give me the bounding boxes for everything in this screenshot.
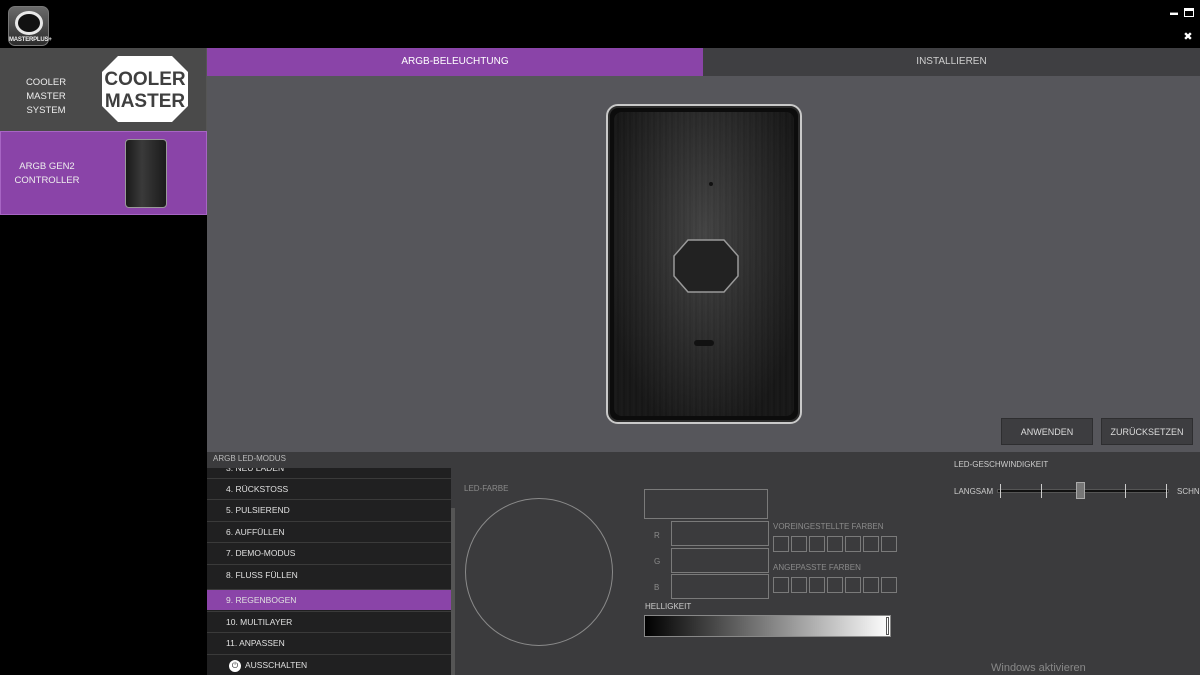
led-mode-list: 3. NEU LADEN 4. RÜCKSTOß 5. PULSIEREND 6… xyxy=(207,468,451,675)
minimize-icon[interactable]: ▬ xyxy=(1167,6,1181,20)
logo-line2: MASTER xyxy=(105,91,186,112)
preset-color-swatches xyxy=(773,536,897,552)
brightness-thumb[interactable] xyxy=(886,617,889,635)
preset-swatch[interactable] xyxy=(863,536,879,552)
custom-swatch[interactable] xyxy=(773,577,789,593)
device-label-line2: SYSTEM xyxy=(26,105,66,116)
custom-color-swatches xyxy=(773,577,897,593)
brightness-slider[interactable] xyxy=(644,615,891,637)
preset-swatch[interactable] xyxy=(827,536,843,552)
speed-fast-label: SCHNELL xyxy=(1177,487,1200,496)
r-label: R xyxy=(654,531,660,540)
custom-swatch[interactable] xyxy=(881,577,897,593)
b-label: B xyxy=(654,583,660,592)
device-label: ARGB GEN2 CONTROLLER xyxy=(11,160,83,188)
speed-slider-thumb[interactable] xyxy=(1076,482,1085,499)
tab-argb-lighting[interactable]: ARGB-BELEUCHTUNG xyxy=(207,48,703,76)
cooler-master-logo: COOLER MASTER xyxy=(102,56,188,122)
brightness-label: HELLIGKEIT xyxy=(645,602,692,611)
mode-item[interactable]: 10. MULTILAYER xyxy=(207,611,451,632)
mode-item[interactable]: 5. PULSIEREND xyxy=(207,499,451,520)
device-cooler-master-system[interactable]: COOLER MASTER SYSTEM COOLER MASTER xyxy=(0,48,207,131)
b-input[interactable] xyxy=(671,574,769,599)
device-label-line1: ARGB GEN2 xyxy=(19,161,75,172)
device-label-line2: CONTROLLER xyxy=(14,175,80,186)
device-preview-area: ANWENDEN ZURÜCKSETZEN xyxy=(207,76,1200,452)
mode-off-item[interactable]: ⏻ AUSSCHALTEN xyxy=(207,654,451,675)
apply-button[interactable]: ANWENDEN xyxy=(1001,418,1093,445)
device-label: COOLER MASTER SYSTEM xyxy=(10,76,82,118)
mode-item[interactable]: 11. ANPASSEN xyxy=(207,632,451,653)
port-slot xyxy=(694,340,714,346)
mode-list-scrollbar[interactable] xyxy=(451,508,455,675)
custom-colors-label: ANGEPASSTE FARBEN xyxy=(773,563,861,572)
mode-item[interactable]: 7. DEMO-MODUS xyxy=(207,542,451,563)
device-sidebar: COOLER MASTER SYSTEM COOLER MASTER ARGB … xyxy=(0,48,207,675)
preset-swatch[interactable] xyxy=(809,536,825,552)
led-mode-header: ARGB LED-MODUS xyxy=(213,454,286,463)
custom-swatch[interactable] xyxy=(845,577,861,593)
custom-swatch[interactable] xyxy=(791,577,807,593)
maximize-icon[interactable] xyxy=(1184,8,1194,17)
mode-item-selected[interactable]: 9. REGENBOGEN xyxy=(207,589,451,610)
mode-item[interactable]: 6. AUFFÜLLEN xyxy=(207,521,451,542)
preset-colors-label: VOREINGESTELLTE FARBEN xyxy=(773,522,884,531)
mode-item[interactable]: 8. FLUSS FÜLLEN xyxy=(207,564,451,585)
custom-swatch[interactable] xyxy=(863,577,879,593)
settings-panel: ARGB LED-MODUS 3. NEU LADEN 4. RÜCKSTOß … xyxy=(207,452,1200,675)
preset-swatch[interactable] xyxy=(845,536,861,552)
preset-swatch[interactable] xyxy=(791,536,807,552)
led-speed-label: LED-GESCHWINDIGKEIT xyxy=(954,460,1049,469)
masterplus-logo-text: MASTERPLUS+ xyxy=(9,37,52,43)
controller-preview-image xyxy=(606,104,802,424)
r-input[interactable] xyxy=(671,521,769,546)
device-argb-gen2-controller[interactable]: ARGB GEN2 CONTROLLER xyxy=(0,131,207,215)
mode-item[interactable]: 3. NEU LADEN xyxy=(207,468,451,478)
windows-activation-watermark: Windows aktivieren xyxy=(991,662,1086,674)
custom-swatch[interactable] xyxy=(809,577,825,593)
color-preview-box xyxy=(644,489,768,519)
mode-item[interactable]: 4. RÜCKSTOß xyxy=(207,478,451,499)
g-input[interactable] xyxy=(671,548,769,573)
custom-swatch[interactable] xyxy=(827,577,843,593)
cooler-master-hex-icon xyxy=(673,239,739,293)
device-label-line1: COOLER MASTER xyxy=(25,77,67,102)
g-label: G xyxy=(654,557,661,566)
led-color-label: LED-FARBE xyxy=(464,484,509,493)
color-wheel[interactable] xyxy=(465,498,613,646)
preset-swatch[interactable] xyxy=(881,536,897,552)
title-bar: MASTERPLUS+ ▬ ✖ xyxy=(0,0,1200,48)
reset-button[interactable]: ZURÜCKSETZEN xyxy=(1101,418,1193,445)
status-led-dot xyxy=(709,182,713,186)
preset-swatch[interactable] xyxy=(773,536,789,552)
masterplus-logo: MASTERPLUS+ xyxy=(8,6,52,46)
settings-icon[interactable]: ✖ xyxy=(1181,30,1195,44)
controller-face xyxy=(614,112,794,416)
logo-line1: COOLER xyxy=(104,69,186,90)
mode-off-label: AUSSCHALTEN xyxy=(245,660,308,670)
tab-install[interactable]: INSTALLIEREN xyxy=(703,48,1200,76)
speed-slow-label: LANGSAM xyxy=(954,487,994,496)
power-icon: ⏻ xyxy=(229,659,241,672)
controller-thumbnail xyxy=(125,139,167,208)
masterplus-ring-icon xyxy=(15,11,43,35)
